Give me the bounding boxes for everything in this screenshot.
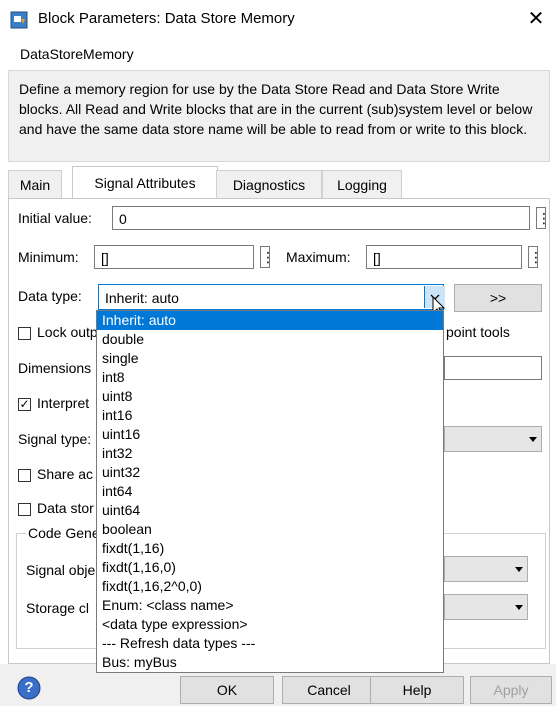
signal-object-select[interactable] [444,556,528,582]
dropdown-option-bus[interactable]: Bus: myBus [97,653,443,672]
dropdown-option-uint8[interactable]: uint8 [97,387,443,406]
lock-output-label-tail: point tools [446,324,510,340]
data-store-label: Data stor [37,500,94,516]
initial-value-input[interactable]: 0 [112,206,530,230]
data-type-combo[interactable]: Inherit: auto [98,284,444,310]
dropdown-option-uint64[interactable]: uint64 [97,501,443,520]
dimensions-input[interactable] [444,356,542,380]
initial-value-more-icon[interactable]: ⋮ [536,207,551,229]
dropdown-option-int32[interactable]: int32 [97,444,443,463]
dropdown-option-fixdt-slope[interactable]: fixdt(1,16,2^0,0) [97,577,443,596]
initial-value-label: Initial value: [18,210,92,226]
window-title: Block Parameters: Data Store Memory [38,10,295,27]
block-description: Define a memory region for use by the Da… [19,81,533,137]
share-access-label: Share ac [37,466,94,482]
tab-main[interactable]: Main [8,170,62,199]
dropdown-option-enum[interactable]: Enum: <class name> [97,596,443,615]
signal-type-select[interactable] [444,426,542,452]
apply-button: Apply [470,676,552,704]
chevron-down-icon [529,437,537,442]
share-access-checkbox[interactable] [18,469,31,482]
dropdown-option-fixdt-1-16[interactable]: fixdt(1,16) [97,539,443,558]
minimum-input[interactable]: [] [94,245,254,269]
dropdown-option-uint32[interactable]: uint32 [97,463,443,482]
close-button[interactable]: ✕ [523,6,549,32]
tab-diagnostics[interactable]: Diagnostics [216,170,322,199]
block-name: DataStoreMemory [20,46,134,62]
dropdown-option-int64[interactable]: int64 [97,482,443,501]
data-type-label: Data type: [18,288,82,304]
tab-logging[interactable]: Logging [322,170,402,199]
interpret-checkbox[interactable]: ✓ [18,398,31,411]
tab-signal-attributes[interactable]: Signal Attributes [72,166,218,199]
dimensions-label: Dimensions [18,360,92,376]
help-button[interactable]: Help [370,676,464,704]
data-type-assistant-button[interactable]: >> [454,284,542,312]
signal-object-label: Signal obje [26,562,96,578]
chevron-down-icon [515,567,523,572]
description-box: Define a memory region for use by the Da… [8,70,550,162]
dropdown-option-single[interactable]: single [97,349,443,368]
data-type-dropdown-list: Inherit: auto double single int8 uint8 i… [96,310,444,673]
cancel-button[interactable]: Cancel [282,676,376,704]
interpret-label: Interpret [37,395,90,411]
signal-type-label: Signal type: [18,431,92,447]
lock-output-label: Lock outp [37,324,98,340]
data-store-checkbox[interactable] [18,503,31,516]
storage-class-label: Storage cl [26,600,90,616]
storage-class-select[interactable] [444,594,528,620]
minimum-label: Minimum: [18,249,79,265]
dropdown-option-int16[interactable]: int16 [97,406,443,425]
dropdown-option-inherit-auto[interactable]: Inherit: auto [97,311,443,330]
dropdown-option-double[interactable]: double [97,330,443,349]
code-generation-label: Code Gene [26,525,102,541]
maximum-input[interactable]: [] [366,245,522,269]
dropdown-option-expression[interactable]: <data type expression> [97,615,443,634]
minimum-more-icon[interactable]: ⋮ [260,246,275,268]
lock-output-checkbox[interactable] [18,327,31,340]
maximum-label: Maximum: [286,249,351,265]
chevron-down-icon [515,605,523,610]
help-icon-glyph: ? [24,679,34,696]
dropdown-option-uint16[interactable]: uint16 [97,425,443,444]
maximum-more-icon[interactable]: ⋮ [528,246,543,268]
dropdown-option-refresh[interactable]: --- Refresh data types --- [97,634,443,653]
dropdown-option-fixdt-1-16-0[interactable]: fixdt(1,16,0) [97,558,443,577]
ok-button[interactable]: OK [180,676,274,704]
simulink-block-icon [10,11,28,29]
dropdown-option-boolean[interactable]: boolean [97,520,443,539]
dropdown-option-int8[interactable]: int8 [97,368,443,387]
